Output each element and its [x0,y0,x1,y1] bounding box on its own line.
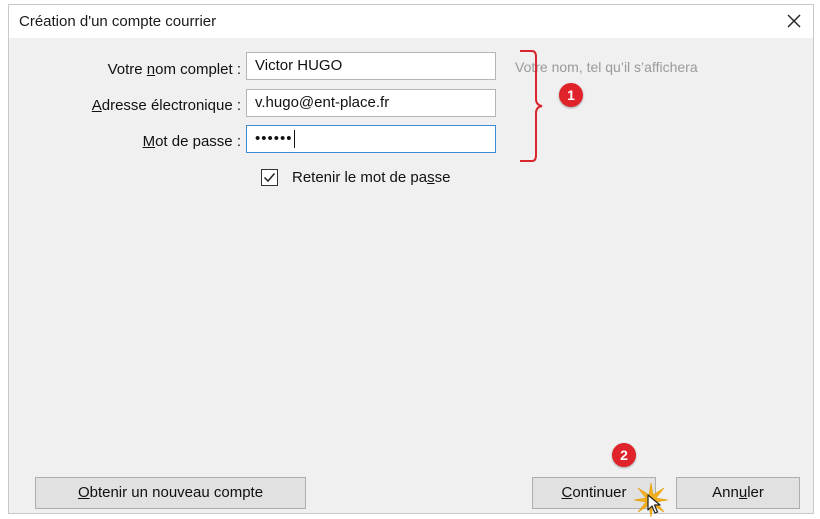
password-field[interactable]: •••••• [246,125,496,153]
full-name-label: Votre nom complet : [107,61,241,78]
account-creation-dialog: Création d'un compte courrier Votre nom … [8,4,814,517]
remember-password-checkbox[interactable] [261,169,278,186]
close-icon[interactable] [783,10,805,32]
annotation-bracket [520,50,543,162]
text-cursor [293,130,295,149]
password-value: •••••• [255,130,293,147]
title-bar: Création d'un compte courrier [9,5,813,38]
remember-password-label: Retenir le mot de passe [292,169,451,186]
new-account-button[interactable]: Obtenir un nouveau compte [35,477,306,509]
mouse-pointer-icon [647,494,661,514]
full-name-field[interactable]: Victor HUGO [246,52,496,80]
email-field[interactable]: v.hugo@ent-place.fr [246,89,496,117]
dialog-title: Création d'un compte courrier [19,13,217,30]
email-label: Adresse électronique : [91,97,241,114]
cancel-button[interactable]: Annuler [676,477,800,509]
password-label: Mot de passe : [142,133,241,150]
annotation-badge-2: 2 [612,443,636,467]
annotation-badge-1: 1 [559,83,583,107]
